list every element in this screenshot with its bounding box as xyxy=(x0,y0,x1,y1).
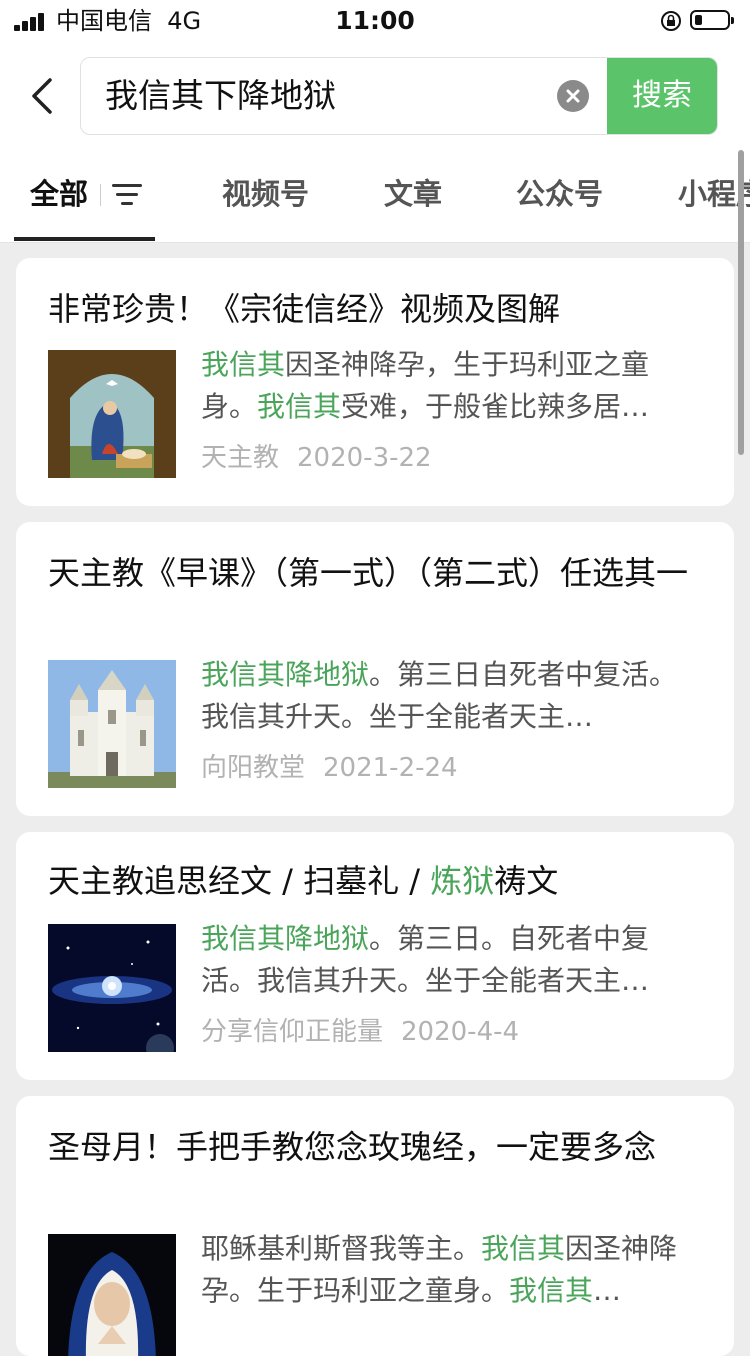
result-thumbnail xyxy=(48,1234,176,1356)
result-snippet: 耶稣基利斯督我等主。我信其因圣神降孕。生于玛利亚之童身。我信其… xyxy=(201,1228,701,1312)
snippet-text: … xyxy=(593,1274,622,1307)
result-meta: 向阳教堂 2021-2-24 xyxy=(201,750,458,786)
result-source: 分享信仰正能量 xyxy=(201,1017,384,1047)
result-title: 天主教《早课》（第一式）（第二式）任选其一 xyxy=(48,554,689,592)
result-meta: 分享信仰正能量 2020-4-4 xyxy=(201,1014,519,1050)
result-card[interactable]: 天主教追思经文 / 扫墓礼 / 炼狱祷文 我信其降地狱。第三日。自死者中复活。我… xyxy=(16,832,734,1080)
rotation-lock-icon xyxy=(661,11,681,31)
tab-separator xyxy=(100,184,101,206)
result-date: 2020-3-22 xyxy=(297,443,432,473)
clear-icon[interactable] xyxy=(557,80,589,112)
snippet-highlight: 我信其 xyxy=(481,1232,566,1265)
snippet-text: 耶稣基利斯督我等主。 xyxy=(201,1232,482,1265)
back-arrow-icon[interactable] xyxy=(28,76,58,116)
tab-channels[interactable]: 视频号 xyxy=(222,148,309,240)
snippet-text: 受难，于般雀比辣多居… xyxy=(341,390,650,423)
result-thumbnail xyxy=(48,924,176,1052)
clock: 11:00 xyxy=(335,6,415,35)
result-source: 向阳教堂 xyxy=(201,753,306,783)
snippet-highlight: 我信其 xyxy=(201,348,286,381)
result-title: 圣母月！手把手教您念玫瑰经，一定要多念 xyxy=(48,1128,657,1166)
result-date: 2020-4-4 xyxy=(401,1017,520,1047)
tab-articles[interactable]: 文章 xyxy=(384,148,442,240)
result-card[interactable]: 非常珍贵！《宗徒信经》视频及图解 我信其因圣神降孕，生于玛利亚之童身。我信其受难… xyxy=(16,258,734,506)
result-date: 2021-2-24 xyxy=(323,753,458,783)
filter-icon[interactable] xyxy=(112,184,142,206)
snippet-highlight: 我信其 xyxy=(509,1274,594,1307)
active-tab-indicator xyxy=(14,237,155,241)
tab-official-accounts[interactable]: 公众号 xyxy=(516,148,603,240)
title-highlight: 炼狱 xyxy=(430,862,495,900)
filter-tabs: 全部 视频号 文章 公众号 小程序 xyxy=(0,148,750,243)
result-card[interactable]: 圣母月！手把手教您念玫瑰经，一定要多念 耶稣基利斯督我等主。我信其因圣神降孕。生… xyxy=(16,1096,734,1356)
title-text: 祷文 xyxy=(494,862,559,900)
search-button[interactable]: 搜索 xyxy=(607,58,717,134)
result-title: 非常珍贵！《宗徒信经》视频及图解 xyxy=(48,290,561,328)
result-thumbnail xyxy=(48,660,176,788)
status-bar: 中国电信 4G 11:00 xyxy=(0,0,750,44)
result-title: 天主教追思经文 / 扫墓礼 / 炼狱祷文 xyxy=(48,858,698,904)
snippet-text: 因圣神降孕，生于玛利亚之童 xyxy=(285,348,650,381)
title-text: 天主教追思经文 / 扫墓礼 / xyxy=(48,862,431,900)
snippet-highlight: 我信其降地狱 xyxy=(201,922,370,955)
search-header: 我信其下降地狱 搜索 xyxy=(0,44,750,148)
tab-all[interactable]: 全部 xyxy=(30,148,88,240)
snippet-highlight: 我信其 xyxy=(257,390,342,423)
result-card[interactable]: 天主教《早课》（第一式）（第二式）任选其一 我信其降地狱。第三日自死者中复活。我… xyxy=(16,522,734,816)
result-meta: 天主教 2020-3-22 xyxy=(201,440,432,476)
result-thumbnail xyxy=(48,350,176,478)
result-snippet: 我信其降地狱。第三日。自死者中复活。我信其升天。坐于全能者天主… xyxy=(201,918,701,1002)
search-input[interactable]: 我信其下降地狱 xyxy=(105,58,336,134)
scrollbar[interactable] xyxy=(738,150,744,455)
result-snippet: 我信其降地狱。第三日自死者中复活。我信其升天。坐于全能者天主… xyxy=(201,654,701,738)
battery-icon xyxy=(690,10,734,30)
snippet-highlight: 我信其降地狱 xyxy=(201,658,370,691)
result-source: 天主教 xyxy=(201,443,280,473)
snippet-text: 身。 xyxy=(201,390,258,423)
search-field[interactable]: 我信其下降地狱 搜索 xyxy=(80,57,718,135)
result-snippet: 我信其因圣神降孕，生于玛利亚之童身。我信其受难，于般雀比辣多居… xyxy=(201,344,701,428)
